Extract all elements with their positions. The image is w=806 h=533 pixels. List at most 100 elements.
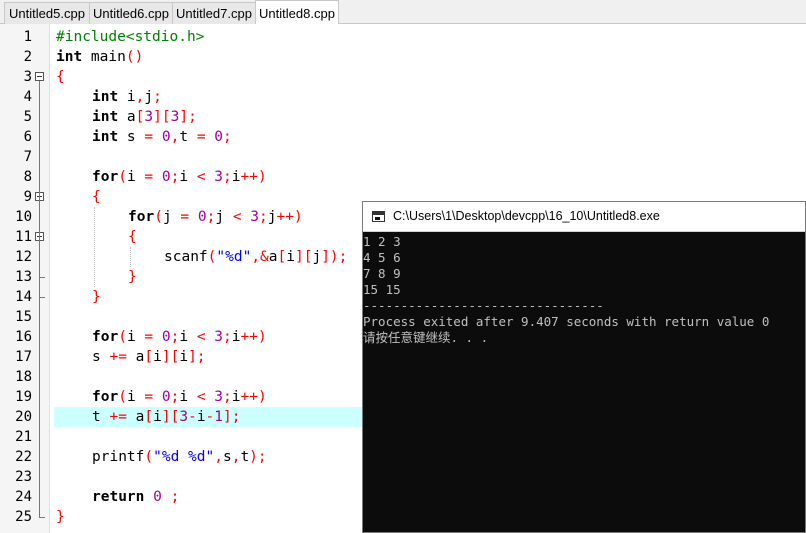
line-number: 1 (23, 29, 32, 45)
code-token: 3 (214, 389, 224, 405)
code-token: < (196, 169, 206, 185)
console-title: C:\Users\1\Desktop\devcpp\16_10\Untitled… (393, 209, 660, 223)
code-token: "%d" (216, 249, 252, 265)
tab-untitled6[interactable]: Untitled6.cpp (89, 2, 173, 24)
code-token: ][ (161, 409, 180, 425)
console-window[interactable]: C:\Users\1\Desktop\devcpp\16_10\Untitled… (362, 201, 806, 533)
console-line: 请按任意键继续. . . (363, 330, 489, 345)
code-token: () (125, 49, 144, 65)
code-token: [ (277, 249, 287, 265)
line-number: 2 (23, 49, 32, 65)
line-number: 18 (15, 369, 32, 385)
line-number: 23 (15, 469, 32, 485)
code-token: 3 (250, 209, 260, 225)
code-token: i (286, 249, 295, 265)
code-token: j (162, 209, 181, 225)
tab-bar: Untitled5.cpp Untitled6.cpp Untitled7.cp… (0, 0, 806, 25)
console-title-bar[interactable]: C:\Users\1\Desktop\devcpp\16_10\Untitled… (363, 202, 805, 232)
code-token: ( (118, 389, 127, 405)
line-number: 4 (23, 89, 32, 105)
code-token: j (144, 89, 154, 105)
fold-end (39, 517, 45, 518)
tab-untitled7[interactable]: Untitled7.cpp (172, 2, 256, 24)
code-token: i (179, 169, 197, 185)
code-token: { (92, 189, 101, 205)
line-number: 9 (23, 189, 32, 205)
line-number: 14 (15, 289, 32, 305)
line-number: 17 (15, 349, 32, 365)
code-line: int s = 0,t = 0; (92, 127, 232, 147)
code-token: = (196, 129, 206, 145)
code-token: ; (223, 169, 232, 185)
code-token: main (82, 49, 126, 65)
code-token: ); (249, 449, 267, 465)
code-line: scanf("%d",&a[i][j]); (164, 247, 347, 267)
code-token: 3 (144, 109, 154, 125)
code-token: i (126, 389, 145, 405)
code-token: ++) (240, 169, 267, 185)
code-line: for(i = 0;i < 3;i++) (92, 387, 267, 407)
code-line: } (56, 507, 65, 527)
code-token: - (188, 409, 197, 425)
code-token: 3 (214, 329, 224, 345)
line-number: 10 (15, 209, 32, 225)
console-line: Process exited after 9.407 seconds with … (363, 314, 770, 329)
code-line: int a[3][3]; (92, 107, 197, 127)
code-token: = (144, 169, 154, 185)
code-line: for(i = 0;i < 3;i++) (92, 167, 267, 187)
code-token: t (92, 409, 110, 425)
line-number: 8 (23, 169, 32, 185)
code-token: t (240, 449, 250, 465)
console-line: 1 2 3 (363, 234, 401, 249)
code-token: = (144, 129, 154, 145)
code-token: "%d %d" (153, 449, 215, 465)
code-line: } (92, 287, 101, 307)
code-token: for (92, 389, 119, 405)
fold-end (39, 277, 45, 278)
code-token: += (109, 409, 127, 425)
code-token: i (126, 329, 145, 345)
code-token: int (92, 89, 119, 105)
code-token: } (56, 509, 65, 525)
line-number: 3 (23, 69, 32, 85)
code-token: ][ (153, 109, 171, 125)
code-token: ]; (179, 109, 197, 125)
line-number: 21 (15, 429, 32, 445)
tab-untitled8[interactable]: Untitled8.cpp (255, 0, 339, 25)
code-line: int main() (56, 47, 143, 67)
code-line: for(j = 0;j < 3;j++) (128, 207, 303, 227)
fold-toggle-icon[interactable] (35, 72, 44, 81)
code-token: ]); (321, 249, 348, 265)
indent-guide (94, 207, 95, 287)
line-number: 6 (23, 129, 32, 145)
code-token: ; (223, 389, 232, 405)
code-token: { (56, 69, 65, 85)
code-line: for(i = 0;i < 3;i++) (92, 327, 267, 347)
tab-untitled5[interactable]: Untitled5.cpp (4, 2, 90, 24)
code-token: 0 (214, 129, 224, 145)
code-line: printf("%d %d",s,t); (92, 447, 267, 467)
code-token: a (126, 349, 145, 365)
code-token: 1 (214, 409, 224, 425)
fold-end (39, 297, 45, 298)
code-token: s (118, 129, 145, 145)
code-line: { (56, 67, 65, 87)
code-token: #include<stdio.h> (56, 29, 205, 45)
fold-line (39, 81, 40, 517)
code-line: return 0 ; (92, 487, 179, 507)
code-line: s += a[i][i]; (92, 347, 206, 367)
code-token: 0 (161, 329, 171, 345)
code-token: a (126, 409, 145, 425)
line-number: 11 (15, 229, 32, 245)
code-token: ]; (188, 349, 206, 365)
line-number-gutter: 1 2 3 4 5 6 7 8 9 10 11 12 13 14 15 16 17 18 19 20 21 22 23 24 2… (0, 24, 50, 533)
code-token: for (92, 169, 119, 185)
code-token: ( (118, 169, 127, 185)
